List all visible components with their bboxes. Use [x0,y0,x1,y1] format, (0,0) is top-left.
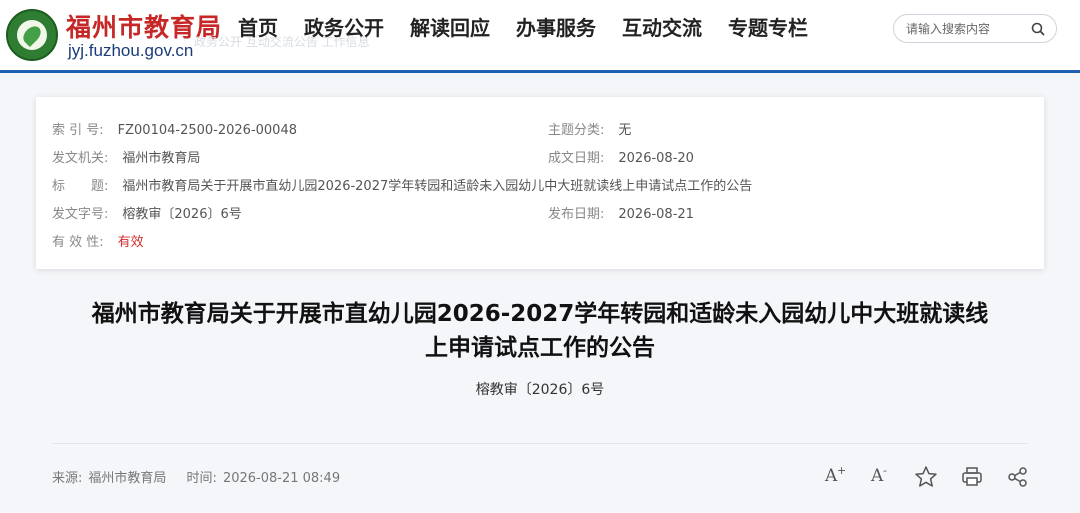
info-title-label: 标 题: [52,179,109,194]
info-category: 主题分类: 无 [548,119,631,138]
info-category-label: 主题分类: [548,123,605,138]
search-box [893,14,1057,43]
search-icon[interactable] [1030,21,1046,37]
main-nav: 首页 政务公开 解读回应 办事服务 互动交流 专题专栏 [236,14,832,42]
source-label: 来源: [52,471,83,486]
nav-item-topics[interactable]: 专题专栏 [726,14,810,42]
article-meta: 来源: 福州市教育局 时间: 2026-08-21 08:49 [52,467,346,486]
font-increase-icon[interactable]: A + [822,464,848,490]
share-icon[interactable] [1005,464,1031,490]
document-info-card: 索 引 号: FZ00104-2500-2026-00048 主题分类: 无 发文机… [36,97,1044,269]
article-doc-number: 榕教审〔2026〕6号 [475,382,605,398]
info-doc-number-label: 发文字号: [52,207,109,222]
info-doc-number-value: 榕教审〔2026〕6号 [122,207,242,222]
info-issuer-label: 发文机关: [52,151,109,166]
source-value: 福州市教育局 [88,471,167,486]
info-index-label: 索 引 号: [52,123,104,138]
site-logo[interactable] [6,9,58,61]
nav-item-home[interactable]: 首页 [236,14,280,42]
header-accent-bar [0,70,1080,73]
time-label: 时间: [186,471,217,486]
favorite-star-icon[interactable] [913,464,939,490]
info-validity-label: 有 效 性: [52,235,104,250]
info-published-value: 2026-08-21 [618,207,694,222]
print-icon[interactable] [959,464,985,490]
info-published-label: 发布日期: [548,207,605,222]
info-title-value: 福州市教育局关于开展市直幼儿园2026-2027学年转园和适龄未入园幼儿中大班就… [122,179,753,194]
article-title-line-2: 上申请试点工作的公告 [425,335,655,361]
info-validity-value: 有效 [117,235,144,250]
search-input[interactable] [906,20,1024,38]
site-domain: jyj.fuzhou.gov.cn [68,41,194,60]
nav-item-interpretation[interactable]: 解读回应 [408,14,492,42]
info-issuer: 发文机关: 福州市教育局 [52,147,200,166]
site-header: 福州市教育局 jyj.fuzhou.gov.cn 政务公开 互动交流公告 工作信… [0,0,1080,70]
article-title-line-1: 福州市教育局关于开展市直幼儿园2026-2027学年转园和适龄未入园幼儿中大班就… [91,301,989,327]
time-value: 2026-08-21 08:49 [222,471,341,486]
info-issuer-value: 福州市教育局 [122,151,201,166]
info-category-value: 无 [618,123,632,138]
info-published: 发布日期: 2026-08-21 [548,203,694,222]
info-created-label: 成文日期: [548,151,605,166]
info-created-value: 2026-08-20 [618,151,694,166]
nav-item-government-affairs[interactable]: 政务公开 [302,14,386,42]
info-title: 标 题: 福州市教育局关于开展市直幼儿园2026-2027学年转园和适龄未入园幼儿… [52,175,752,194]
info-created: 成文日期: 2026-08-20 [548,147,694,166]
info-index: 索 引 号: FZ00104-2500-2026-00048 [52,119,297,138]
font-decrease-icon[interactable]: A- [868,464,894,490]
info-index-value: FZ00104-2500-2026-00048 [117,123,297,138]
nav-item-services[interactable]: 办事服务 [514,14,598,42]
divider [52,443,1028,444]
info-validity: 有 效 性: 有效 [52,231,144,250]
nav-item-interaction[interactable]: 互动交流 [620,14,704,42]
article-title: 福州市教育局关于开展市直幼儿园2026-2027学年转园和适龄未入园幼儿中大班就… [30,297,1050,365]
info-doc-number: 发文字号: 榕教审〔2026〕6号 [52,203,242,222]
